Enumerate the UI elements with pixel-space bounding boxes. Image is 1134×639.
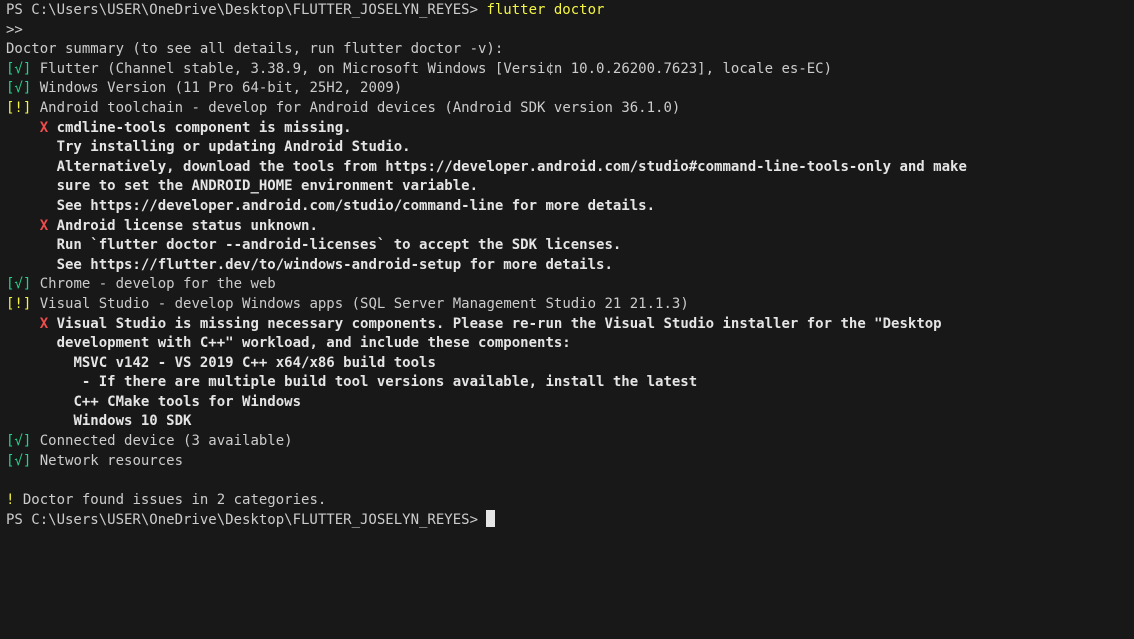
check-ok-mark: [√] [6, 433, 32, 450]
check-vs-text: Visual Studio - develop Windows apps (SQ… [39, 295, 689, 312]
issue-cmdline-detail: Alternatively, download the tools from h… [6, 158, 1134, 178]
final-prompt-line[interactable]: PS C:\Users\USER\OneDrive\Desktop\FLUTTE… [6, 510, 1134, 530]
continuation-prompt: >> [6, 21, 23, 38]
check-warn-mark: [!] [6, 99, 32, 116]
issue-license-detail: Run `flutter doctor --android-licenses` … [6, 236, 1134, 256]
issue-detail-text: sure to set the ANDROID_HOME environment… [56, 178, 479, 195]
issue-license-title-text: Android license status unknown. [56, 217, 318, 234]
check-connected-device: [√] Connected device (3 available) [6, 432, 1134, 452]
error-mark: X [39, 217, 49, 234]
continuation-line: >> [6, 21, 1134, 41]
issue-license-detail: See https://flutter.dev/to/windows-andro… [6, 256, 1134, 276]
issue-detail-text: Run `flutter doctor --android-licenses` … [56, 237, 622, 254]
check-chrome-text: Chrome - develop for the web [39, 276, 276, 293]
prompt: PS C:\Users\USER\OneDrive\Desktop\FLUTTE… [6, 2, 487, 18]
issue-license-title: X Android license status unknown. [6, 217, 1134, 237]
command-line: PS C:\Users\USER\OneDrive\Desktop\FLUTTE… [6, 1, 1134, 21]
check-warn-mark: [!] [6, 295, 32, 312]
check-ok-mark: [√] [6, 452, 32, 469]
check-flutter-text: Flutter (Channel stable, 3.38.9, on Micr… [39, 60, 833, 77]
check-device-text: Connected device (3 available) [39, 433, 293, 450]
issue-vs-component: C++ CMake tools for Windows [6, 393, 1134, 413]
issue-cmdline-detail: sure to set the ANDROID_HOME environment… [6, 177, 1134, 197]
issue-detail-text: See https://flutter.dev/to/windows-andro… [56, 256, 613, 273]
check-android-text: Android toolchain - develop for Android … [39, 99, 681, 116]
final-prompt: PS C:\Users\USER\OneDrive\Desktop\FLUTTE… [6, 512, 487, 529]
error-mark: X [39, 315, 49, 332]
summary-line: Doctor summary (to see all details, run … [6, 40, 1134, 60]
issue-vs-detail: development with C++" workload, and incl… [6, 334, 1134, 354]
issue-vs-component: MSVC v142 - VS 2019 C++ x64/x86 build to… [6, 354, 1134, 374]
issue-cmdline-title: X cmdline-tools component is missing. [6, 119, 1134, 139]
check-windows-text: Windows Version (11 Pro 64-bit, 25H2, 20… [39, 80, 403, 97]
text-cursor [486, 510, 496, 528]
check-network: [√] Network resources [6, 452, 1134, 472]
issue-detail-text: Try installing or updating Android Studi… [56, 139, 411, 156]
issue-cmdline-detail: See https://developer.android.com/studio… [6, 197, 1134, 217]
check-android: [!] Android toolchain - develop for Andr… [6, 99, 1134, 119]
issue-cmdline-detail: Try installing or updating Android Studi… [6, 138, 1134, 158]
issue-detail-text: See https://developer.android.com/studio… [56, 197, 656, 214]
check-chrome: [√] Chrome - develop for the web [6, 275, 1134, 295]
summary-text: Doctor summary (to see all details, run … [6, 41, 504, 58]
check-ok-mark: [√] [6, 60, 32, 77]
component-note-text: - If there are multiple build tool versi… [73, 374, 698, 391]
check-flutter: [√] Flutter (Channel stable, 3.38.9, on … [6, 60, 1134, 80]
issue-vs-component: Windows 10 SDK [6, 412, 1134, 432]
check-windows: [√] Windows Version (11 Pro 64-bit, 25H2… [6, 79, 1134, 99]
check-network-text: Network resources [39, 452, 184, 469]
issue-detail-text: Alternatively, download the tools from h… [56, 158, 967, 175]
check-ok-mark: [√] [6, 276, 32, 293]
issue-detail-text: development with C++" workload, and incl… [56, 335, 571, 352]
component-text: C++ CMake tools for Windows [73, 393, 302, 410]
footer-text: Doctor found issues in 2 categories. [14, 491, 327, 508]
component-text: MSVC v142 - VS 2019 C++ x64/x86 build to… [73, 354, 436, 371]
check-visual-studio: [!] Visual Studio - develop Windows apps… [6, 295, 1134, 315]
check-ok-mark: [√] [6, 80, 32, 97]
footer-line: ! Doctor found issues in 2 categories. [6, 491, 1134, 511]
terminal-window[interactable]: PS C:\Users\USER\OneDrive\Desktop\FLUTTE… [0, 0, 1134, 639]
error-mark: X [39, 119, 49, 136]
component-text: Windows 10 SDK [73, 413, 192, 430]
issue-vs-title-text: Visual Studio is missing necessary compo… [56, 315, 942, 332]
typed-command: flutter doctor [486, 2, 605, 18]
issue-vs-component-note: - If there are multiple build tool versi… [6, 373, 1134, 393]
issue-cmdline-title-text: cmdline-tools component is missing. [56, 119, 352, 136]
issue-vs-title: X Visual Studio is missing necessary com… [6, 315, 1134, 335]
